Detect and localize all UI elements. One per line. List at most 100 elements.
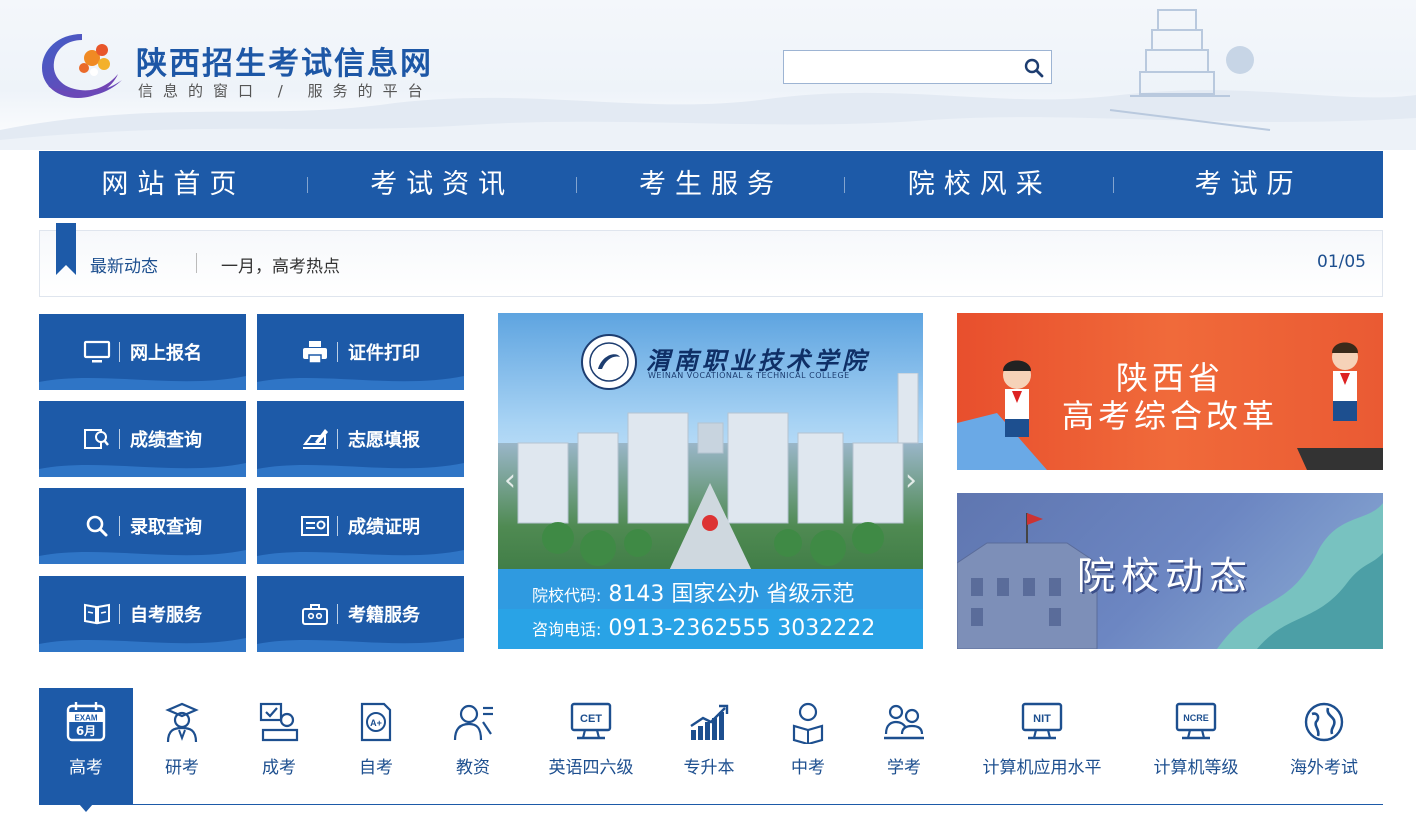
- tab-label: 研考: [165, 758, 199, 778]
- site-logo[interactable]: [38, 28, 126, 104]
- campus-illustration: [517, 373, 919, 573]
- tab-computer-rank[interactable]: NCRE 计算机等级: [1144, 688, 1248, 804]
- carousel-next-icon[interactable]: ›: [905, 463, 917, 498]
- tab-zhongkao[interactable]: 中考: [761, 688, 855, 804]
- search-icon: [86, 515, 108, 537]
- service-online-registration[interactable]: 网上报名: [39, 314, 246, 390]
- college-phone-value: 0913-2362555 3032222: [608, 616, 876, 641]
- service-document-print[interactable]: 证件打印: [257, 314, 464, 390]
- search-input[interactable]: [784, 51, 1014, 83]
- adult-learner-icon: [259, 702, 299, 742]
- nav-item-exam-calendar[interactable]: 考试历: [1114, 151, 1383, 218]
- service-label: 考籍服务: [348, 605, 420, 626]
- main-nav: 网站首页 考试资讯 考生服务 院校风采 考试历: [39, 151, 1383, 218]
- search-box: [783, 50, 1052, 84]
- tab-computer-application[interactable]: NIT 计算机应用水平: [974, 688, 1110, 804]
- site-title: 陕西招生考试信息网: [136, 46, 433, 82]
- tab-label: 英语四六级: [548, 758, 634, 778]
- certificate-icon: [301, 516, 329, 536]
- ncre-badge-text: NCRE: [1183, 713, 1209, 723]
- service-label: 志愿填报: [348, 430, 420, 451]
- tab-gaokao[interactable]: EXAM 6月 高考: [39, 688, 133, 812]
- tab-overseas-exam[interactable]: 海外考试: [1279, 688, 1369, 804]
- pagoda-illustration: [1109, 9, 1271, 131]
- ticker-headline[interactable]: 一月，高考热点: [221, 252, 340, 277]
- exam-badge-text: EXAM: [74, 714, 97, 723]
- pen-form-icon: [303, 429, 328, 449]
- study-group-icon: [884, 704, 924, 740]
- college-phone-band: 咨询电话: 0913-2362555 3032222: [498, 609, 923, 649]
- carousel-prev-icon[interactable]: ‹: [504, 463, 516, 498]
- tab-label: 计算机等级: [1153, 758, 1239, 778]
- calendar-exam-icon: EXAM 6月: [66, 702, 106, 742]
- nav-item-student-services[interactable]: 考生服务: [577, 151, 846, 218]
- college-code-label: 院校代码:: [532, 586, 602, 605]
- tab-teacher-cert[interactable]: 教资: [426, 688, 520, 804]
- graduate-icon: [165, 702, 199, 743]
- college-banner[interactable]: 渭南职业技术学院 WEINAN VOCATIONAL & TECHNICAL C…: [498, 313, 923, 649]
- service-admission-query[interactable]: 录取查询: [39, 488, 246, 564]
- school-news-banner[interactable]: 院校动态: [957, 493, 1383, 649]
- book-icon: [84, 603, 110, 625]
- search-icon[interactable]: [1023, 57, 1045, 79]
- teacher-icon: [453, 704, 493, 741]
- service-label: 成绩证明: [348, 517, 420, 538]
- site-header: 陕西招生考试信息网 信息的窗口 / 服务的平台: [0, 0, 1416, 150]
- monitor-icon: [83, 340, 111, 363]
- service-student-records[interactable]: 考籍服务: [257, 576, 464, 652]
- tab-label: 海外考试: [1290, 758, 1358, 778]
- news-ticker: 最新动态 一月，高考热点 01/05: [39, 223, 1383, 297]
- tab-label: 教资: [456, 758, 490, 778]
- tab-self-study-exam[interactable]: A+ 自考: [329, 688, 423, 804]
- grade-paper-icon: A+: [360, 702, 392, 742]
- printer-icon: [303, 341, 327, 364]
- college-phone-label: 咨询电话:: [532, 620, 602, 639]
- nit-icon: NIT: [1021, 702, 1063, 740]
- ticker-counter: 01/05: [1317, 252, 1366, 272]
- svg-text:A+: A+: [370, 718, 382, 728]
- tab-label: 成考: [262, 758, 296, 778]
- tab-label: 学考: [887, 758, 921, 778]
- tab-postgraduate[interactable]: 研考: [135, 688, 229, 804]
- reform-title-line2: 高考综合改革: [1061, 397, 1278, 435]
- service-score-certificate[interactable]: 成绩证明: [257, 488, 464, 564]
- score-search-icon: [84, 429, 109, 449]
- divider: [196, 253, 197, 273]
- nav-item-exam-news[interactable]: 考试资讯: [308, 151, 577, 218]
- tab-adult-exam[interactable]: 成考: [232, 688, 326, 804]
- college-english-name: WEINAN VOCATIONAL & TECHNICAL COLLEGE: [648, 371, 850, 380]
- college-logo: [581, 334, 637, 390]
- student-reading-icon: [792, 702, 824, 744]
- service-self-study[interactable]: 自考服务: [39, 576, 246, 652]
- service-label: 网上报名: [130, 343, 202, 364]
- college-code-value: 8143 国家公办 省级示范: [608, 582, 855, 607]
- active-tab-pointer: [79, 804, 93, 812]
- cet-icon: CET: [570, 702, 612, 740]
- exam-month-text: 6月: [76, 724, 96, 738]
- nav-item-home[interactable]: 网站首页: [39, 151, 308, 218]
- service-label: 录取查询: [130, 517, 202, 538]
- exam-category-tabs: EXAM 6月 高考 研考 成考 A+ 自考 教资 CET 英语四六级 专升本 …: [39, 688, 1383, 812]
- nav-item-colleges[interactable]: 院校风采: [845, 151, 1114, 218]
- service-label: 证件打印: [348, 343, 420, 364]
- nit-badge-text: NIT: [1033, 713, 1051, 725]
- growth-chart-icon: [690, 704, 729, 740]
- briefcase-icon: [302, 604, 328, 625]
- ticker-label: 最新动态: [90, 257, 158, 277]
- tab-academic-test[interactable]: 学考: [857, 688, 951, 804]
- globe-icon: [1304, 702, 1344, 742]
- cet-badge-text: CET: [580, 713, 602, 725]
- tab-label: 中考: [791, 758, 825, 778]
- gaokao-reform-banner[interactable]: 陕西省 高考综合改革: [957, 313, 1383, 470]
- service-application-fill[interactable]: 志愿填报: [257, 401, 464, 477]
- tab-cet[interactable]: CET 英语四六级: [539, 688, 643, 804]
- tab-label: 专升本: [683, 758, 735, 778]
- service-label: 成绩查询: [130, 430, 202, 451]
- tab-label: 自考: [359, 758, 393, 778]
- service-label: 自考服务: [130, 605, 202, 626]
- ncre-icon: NCRE: [1175, 702, 1217, 740]
- tab-label: 高考: [69, 758, 103, 778]
- tab-upgrade-bachelor[interactable]: 专升本: [661, 688, 757, 804]
- service-score-query[interactable]: 成绩查询: [39, 401, 246, 477]
- tab-label: 计算机应用水平: [982, 758, 1102, 778]
